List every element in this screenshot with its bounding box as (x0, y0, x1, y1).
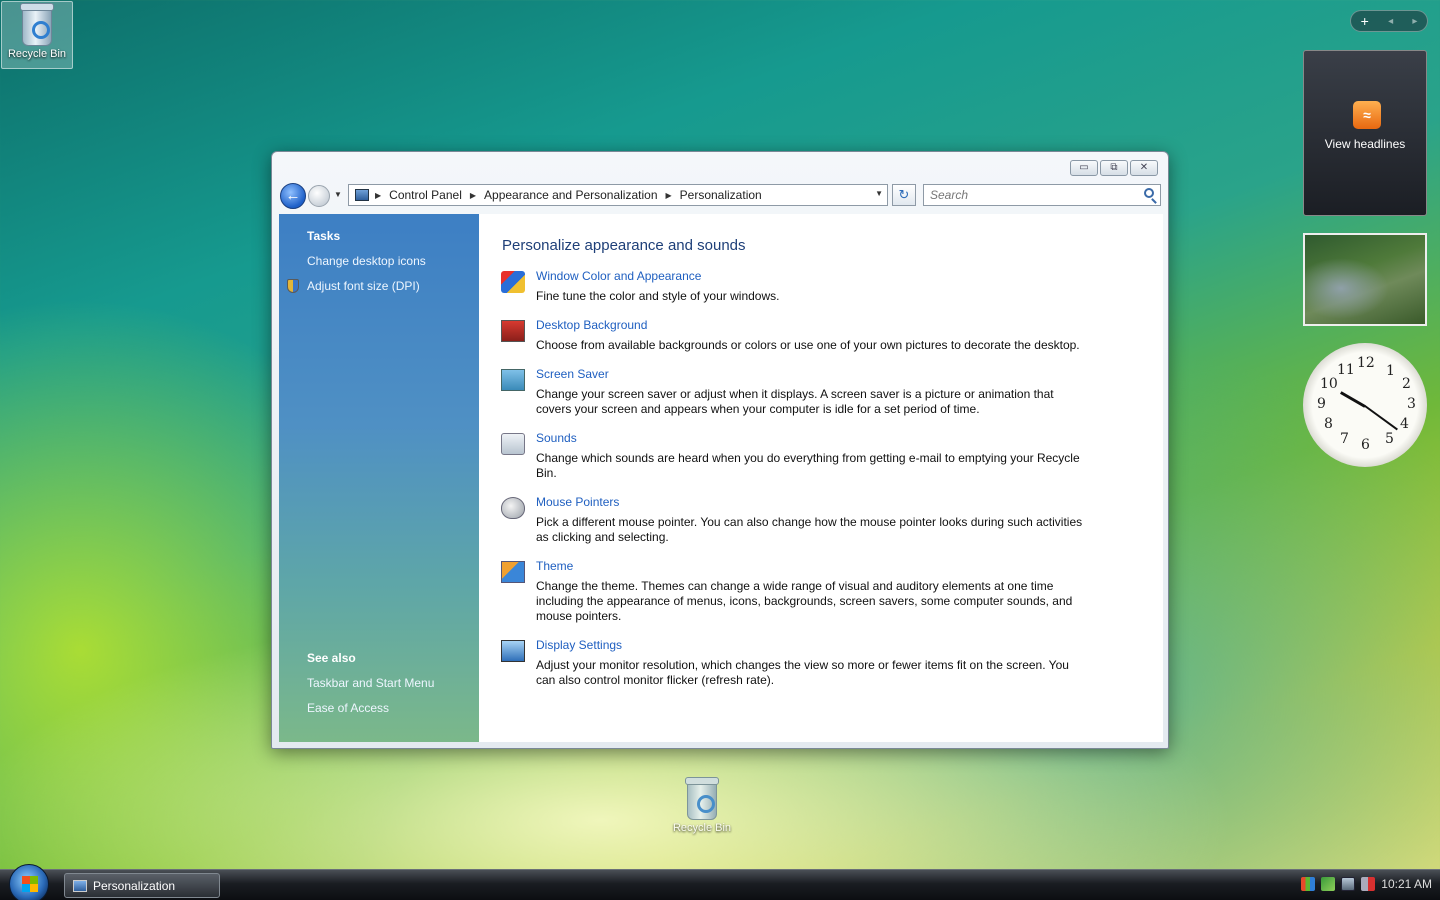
search-placeholder: Search (930, 188, 969, 202)
clock-number: 4 (1400, 416, 1409, 432)
chevron-right-icon[interactable]: ▶ (375, 191, 381, 200)
add-gadget-button[interactable]: + (1361, 13, 1369, 29)
theme-link[interactable]: Theme (536, 559, 573, 573)
network-icon[interactable] (1341, 877, 1356, 891)
address-bar[interactable]: ▶ Control Panel ▶ Appearance and Persona… (348, 184, 888, 206)
change-desktop-icons-link[interactable]: Change desktop icons (307, 254, 426, 268)
close-button[interactable]: ✕ (1130, 160, 1158, 176)
notification-area: 10:21 AM (1301, 877, 1432, 891)
clock-number: 7 (1340, 431, 1349, 447)
recycle-bin-icon (685, 777, 719, 820)
clock-number: 10 (1320, 376, 1338, 392)
navigation-bar: ← ▼ ▶ Control Panel ▶ Appearance and Per… (280, 182, 1161, 209)
clock-number: 6 (1361, 437, 1370, 453)
search-icon[interactable] (1144, 188, 1154, 198)
screen-saver-link[interactable]: Screen Saver (536, 367, 609, 381)
adjust-font-size-link[interactable]: Adjust font size (DPI) (307, 279, 420, 293)
window-color-icon (501, 271, 525, 293)
clock-gadget[interactable]: 12 1 2 3 4 5 6 7 8 9 10 11 (1303, 343, 1427, 467)
taskbar: Personalization 10:21 AM (0, 864, 1440, 900)
feed-headlines-gadget[interactable]: ≈ View headlines (1303, 50, 1427, 216)
window-controls: ▭ ⧉ ✕ (1070, 160, 1158, 176)
chevron-right-icon[interactable]: ▶ (666, 191, 672, 200)
recent-pages-dropdown[interactable]: ▼ (334, 190, 342, 199)
item-description: Adjust your monitor resolution, which ch… (536, 658, 1069, 687)
clock-number: 3 (1407, 396, 1416, 412)
theme-icon (501, 561, 525, 583)
start-button[interactable] (9, 864, 49, 900)
clock-hour-hand (1340, 391, 1366, 408)
clock-number: 11 (1337, 362, 1355, 378)
display-settings-icon (501, 640, 525, 662)
taskbar-window-label: Personalization (93, 878, 176, 893)
control-panel-icon (355, 189, 369, 201)
rss-icon: ≈ (1353, 101, 1381, 129)
clock-minute-hand (1364, 405, 1398, 431)
mouse-pointers-icon (501, 497, 525, 519)
security-center-icon[interactable] (1301, 877, 1316, 891)
taskbar-window-button[interactable]: Personalization (64, 873, 220, 898)
content-pane: Personalize appearance and sounds Window… (479, 214, 1163, 742)
maximize-button[interactable]: ⧉ (1100, 160, 1128, 176)
item-description: Pick a different mouse pointer. You can … (536, 515, 1083, 544)
recycle-bin-label: Recycle Bin (672, 822, 732, 834)
item-description: Change which sounds are heard when you d… (536, 451, 1080, 480)
recycle-bin-label: Recycle Bin (7, 48, 67, 60)
breadcrumb-control-panel[interactable]: Control Panel (389, 188, 462, 202)
clock-number: 12 (1357, 355, 1375, 371)
breadcrumb-personalization[interactable]: Personalization (680, 188, 762, 202)
volume-muted-icon[interactable] (1361, 877, 1376, 891)
sounds-icon (501, 433, 525, 455)
mouse-pointers-link[interactable]: Mouse Pointers (536, 495, 619, 509)
sounds-link[interactable]: Sounds (536, 431, 577, 445)
control-panel-icon (73, 879, 87, 892)
view-headlines-label[interactable]: View headlines (1304, 137, 1426, 151)
clock-number: 9 (1317, 396, 1326, 412)
clock-number: 5 (1385, 431, 1394, 447)
recycle-bin-icon (20, 3, 54, 46)
display-settings-link[interactable]: Display Settings (536, 638, 622, 652)
forward-button[interactable] (308, 185, 330, 207)
tasks-heading: Tasks (307, 229, 341, 243)
refresh-button[interactable]: ↻ (892, 184, 916, 206)
see-also-heading: See also (307, 651, 356, 665)
address-dropdown-icon[interactable]: ▼ (875, 189, 883, 198)
item-description: Change your screen saver or adjust when … (536, 387, 1054, 416)
minimize-button[interactable]: ▭ (1070, 160, 1098, 176)
personalization-window: ▭ ⧉ ✕ ← ▼ ▶ Control Panel ▶ Appearance a… (271, 151, 1169, 749)
clock-number: 2 (1402, 376, 1411, 392)
clock-number: 1 (1386, 363, 1395, 379)
system-clock[interactable]: 10:21 AM (1381, 877, 1432, 891)
task-pane: Tasks Change desktop icons Adjust font s… (279, 214, 479, 742)
item-description: Fine tune the color and style of your wi… (536, 289, 780, 303)
taskbar-start-menu-link[interactable]: Taskbar and Start Menu (307, 676, 434, 690)
ease-of-access-link[interactable]: Ease of Access (307, 701, 389, 715)
uac-shield-icon (287, 279, 299, 293)
screen-saver-icon (501, 369, 525, 391)
windows-logo-icon (22, 876, 38, 892)
recycle-bin-desktop-icon[interactable]: Recycle Bin (1, 1, 73, 69)
item-description: Choose from available backgrounds or col… (536, 338, 1080, 352)
next-gadget-button[interactable]: ▸ (1412, 16, 1417, 27)
item-description: Change the theme. Themes can change a wi… (536, 579, 1073, 623)
desktop-background-icon (501, 320, 525, 342)
clock-number: 8 (1324, 416, 1333, 432)
breadcrumb-appearance[interactable]: Appearance and Personalization (484, 188, 657, 202)
back-button[interactable]: ← (280, 183, 306, 209)
sidebar-gadget-controls: + ◂ ▸ (1350, 10, 1428, 32)
search-input[interactable]: Search (923, 184, 1161, 206)
slideshow-gadget[interactable] (1303, 233, 1427, 326)
chevron-right-icon[interactable]: ▶ (470, 191, 476, 200)
prev-gadget-button[interactable]: ◂ (1388, 16, 1393, 27)
desktop-background-link[interactable]: Desktop Background (536, 318, 647, 332)
recycle-bin-desktop-icon-2[interactable]: Recycle Bin (666, 776, 738, 844)
page-title: Personalize appearance and sounds (502, 237, 746, 254)
windows-update-icon[interactable] (1321, 877, 1336, 891)
window-color-link[interactable]: Window Color and Appearance (536, 269, 701, 283)
